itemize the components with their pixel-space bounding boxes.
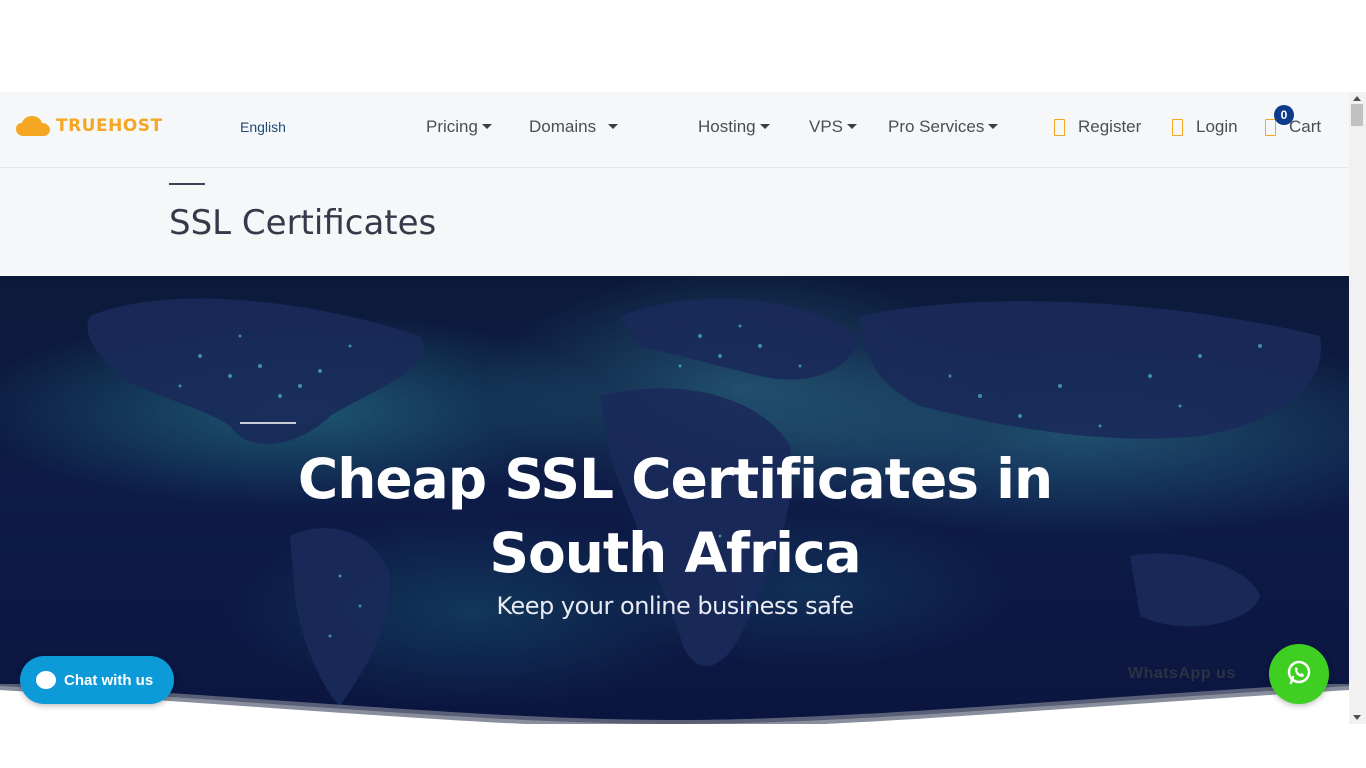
caret-down-icon	[988, 124, 999, 129]
nav-pro-services[interactable]: Pro Services	[888, 117, 999, 137]
caret-down-icon	[759, 124, 770, 129]
language-selector[interactable]: English	[240, 119, 286, 135]
nav-pricing-label: Pricing	[426, 117, 478, 136]
nav-vps-label: VPS	[809, 117, 844, 136]
nav-domains-label: Domains	[529, 117, 597, 136]
page-title: SSL Certificates	[169, 203, 437, 243]
chat-label: Chat with us	[64, 671, 154, 689]
cart-link[interactable]: Cart	[1265, 117, 1321, 137]
nav-pro-services-label: Pro Services	[888, 117, 985, 136]
nav-pricing[interactable]: Pricing	[426, 117, 492, 137]
register-label: Register	[1078, 117, 1142, 136]
cart-count-badge: 0	[1274, 105, 1294, 125]
title-divider	[169, 183, 205, 185]
user-icon	[1054, 118, 1065, 136]
whatsapp-icon	[1285, 658, 1313, 691]
whatsapp-button[interactable]	[1269, 644, 1329, 704]
scroll-down-icon[interactable]	[1353, 715, 1361, 720]
login-label: Login	[1196, 117, 1238, 136]
hero-curve	[0, 684, 1349, 724]
vertical-scrollbar[interactable]	[1349, 92, 1366, 724]
cart-icon	[1265, 118, 1276, 136]
chat-bubble-icon	[36, 671, 56, 689]
nav-vps[interactable]: VPS	[809, 117, 858, 137]
caret-down-icon	[481, 124, 492, 129]
scroll-thumb[interactable]	[1351, 104, 1363, 126]
browser-viewport: TRUEHOST English Pricing Domains Hosting…	[0, 92, 1366, 724]
cart-label: Cart	[1289, 117, 1322, 136]
lock-icon	[1172, 118, 1183, 136]
scroll-up-icon[interactable]	[1353, 96, 1361, 101]
hero-heading: Cheap SSL Certificates in South Africa	[297, 447, 1053, 585]
chat-with-us-button[interactable]: Chat with us	[20, 656, 174, 704]
nav-hosting-label: Hosting	[698, 117, 756, 136]
brand-name: TRUEHOST	[56, 116, 163, 136]
nav-domains[interactable]: Domains	[529, 117, 619, 137]
nav-hosting[interactable]: Hosting	[698, 117, 770, 137]
whatsapp-label: WhatsApp us	[1128, 665, 1236, 682]
login-link[interactable]: Login	[1172, 117, 1238, 137]
hero-subheading: Keep your online business safe	[496, 592, 854, 620]
top-navbar: TRUEHOST English Pricing Domains Hosting…	[0, 92, 1349, 168]
caret-down-icon	[847, 124, 858, 129]
hero-divider	[240, 422, 296, 424]
cloud-icon	[16, 116, 50, 136]
truehost-logo[interactable]: TRUEHOST	[16, 116, 163, 136]
register-link[interactable]: Register	[1054, 117, 1141, 137]
caret-down-icon	[608, 124, 619, 129]
hero-banner: Cheap SSL Certificates in South Africa K…	[0, 276, 1349, 724]
